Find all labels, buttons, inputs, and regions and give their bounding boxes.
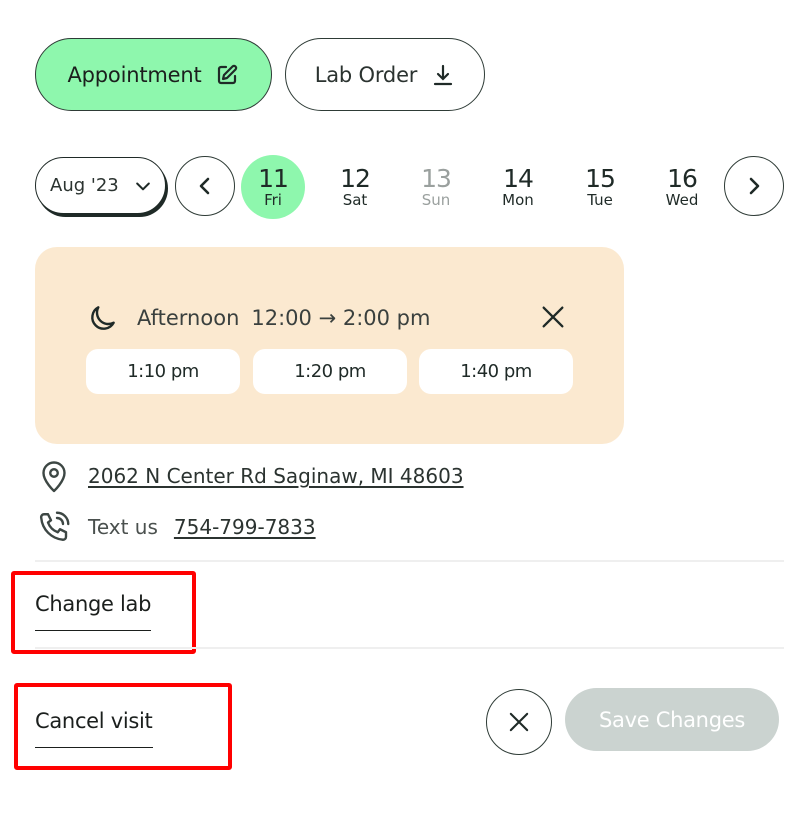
time-slot-button[interactable]: 1:10 pm — [86, 349, 240, 394]
discard-button[interactable] — [486, 689, 552, 755]
day-weekday: Sun — [421, 190, 451, 209]
day-weekday: Wed — [665, 190, 699, 209]
time-slot-button[interactable]: 1:40 pm — [419, 349, 573, 394]
save-changes-button[interactable]: Save Changes — [565, 688, 779, 751]
close-icon[interactable] — [539, 303, 567, 331]
day-number: 11 — [258, 163, 289, 193]
previous-days-button[interactable] — [175, 156, 235, 216]
month-dropdown[interactable]: Aug '23 — [35, 157, 166, 214]
text-us-label: Text us — [88, 515, 158, 539]
time-slot-panel: Afternoon 12:00 → 2:00 pm 1:10 pm 1:20 p… — [35, 247, 624, 444]
divider — [35, 647, 784, 649]
day-number: 15 — [585, 163, 616, 193]
day-option[interactable]: 15 Tue — [568, 155, 632, 219]
download-icon — [434, 64, 453, 85]
tab-appointment-label: Appointment — [67, 62, 202, 87]
day-number: 16 — [667, 163, 698, 193]
divider — [35, 560, 784, 562]
tab-appointment[interactable]: Appointment — [35, 38, 272, 111]
edit-icon — [218, 64, 238, 84]
day-number: 14 — [503, 163, 534, 193]
tab-lab-order[interactable]: Lab Order — [285, 38, 485, 111]
day-number: 12 — [340, 163, 371, 193]
address-row: 2062 N Center Rd Saginaw, MI 48603 — [36, 458, 464, 494]
day-weekday: Tue — [587, 190, 613, 209]
next-days-button[interactable] — [724, 156, 784, 216]
chevron-right-icon — [749, 177, 760, 195]
day-option[interactable]: 16 Wed — [650, 155, 714, 219]
close-icon — [509, 712, 529, 732]
day-option[interactable]: 11 Fri — [241, 155, 305, 219]
day-option[interactable]: 14 Mon — [486, 155, 550, 219]
tab-lab-order-label: Lab Order — [314, 62, 418, 87]
day-weekday: Fri — [264, 190, 282, 209]
time-slot-button[interactable]: 1:20 pm — [253, 349, 407, 394]
day-number: 13 — [421, 163, 452, 193]
chevron-down-icon — [135, 182, 150, 190]
chevron-left-icon — [199, 177, 210, 195]
phone-link[interactable]: 754-799-7833 — [174, 515, 316, 539]
moon-icon — [91, 306, 115, 330]
address-link[interactable]: 2062 N Center Rd Saginaw, MI 48603 — [88, 464, 464, 488]
day-weekday: Mon — [502, 190, 534, 209]
period-range: 12:00 → 2:00 pm — [251, 306, 431, 330]
change-lab-link[interactable]: Change lab — [35, 592, 151, 631]
day-option[interactable]: 12 Sat — [323, 155, 387, 219]
period-header: Afternoon 12:00 → 2:00 pm — [87, 302, 430, 334]
cancel-visit-link[interactable]: Cancel visit — [35, 709, 153, 748]
location-pin-icon — [42, 461, 66, 493]
period-label: Afternoon — [137, 306, 240, 330]
phone-row: Text us 754-799-7833 — [36, 509, 316, 545]
month-label: Aug '23 — [50, 175, 119, 196]
day-weekday: Sat — [342, 190, 368, 209]
day-option: 13 Sun — [404, 155, 468, 219]
phone-call-icon — [40, 511, 70, 541]
